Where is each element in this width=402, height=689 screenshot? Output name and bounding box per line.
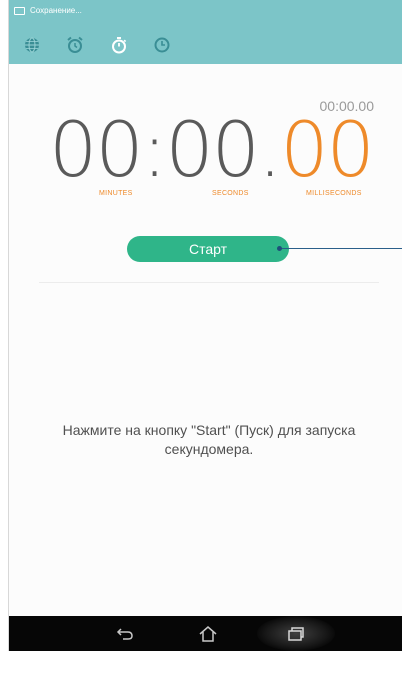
minutes-label: MINUTES (99, 190, 133, 197)
divider (39, 282, 379, 283)
seconds-label: SECONDS (212, 190, 249, 197)
milliseconds-digits: 00 (280, 105, 375, 194)
tab-world-clock[interactable] (19, 32, 45, 58)
tab-alarm[interactable] (62, 32, 88, 58)
tab-stopwatch[interactable] (106, 32, 132, 58)
globe-icon (25, 37, 39, 53)
tab-timer[interactable] (149, 32, 175, 58)
callout-line (279, 248, 402, 249)
recent-apps-button[interactable] (280, 618, 312, 650)
tab-bar (9, 24, 402, 64)
stopwatch-icon (112, 37, 127, 54)
recent-apps-icon (288, 627, 304, 641)
callout-dot (277, 246, 282, 251)
milliseconds-label: MILLISECONDS (306, 190, 362, 197)
minutes-seconds-digits: 00:00. (49, 105, 282, 194)
home-icon (199, 626, 217, 642)
phone-screen: Сохранение... 00:00.00 00:00.00 MINUTES … (8, 0, 402, 651)
elapsed-time: 00:00.00 (49, 112, 375, 188)
screenshot-icon (14, 7, 25, 15)
back-icon (116, 628, 133, 640)
start-button[interactable]: Старт (127, 236, 289, 262)
status-bar: Сохранение... (9, 0, 402, 24)
timer-icon (154, 37, 170, 53)
home-button[interactable] (192, 618, 224, 650)
status-text: Сохранение... (30, 6, 82, 15)
back-button[interactable] (109, 618, 141, 650)
stopwatch-panel: 00:00.00 00:00.00 MINUTES SECONDS MILLIS… (9, 64, 402, 616)
navigation-bar (9, 616, 402, 651)
alarm-clock-icon (67, 36, 83, 53)
hint-text: Нажмите на кнопку "Start" (Пуск) для зап… (62, 422, 356, 457)
